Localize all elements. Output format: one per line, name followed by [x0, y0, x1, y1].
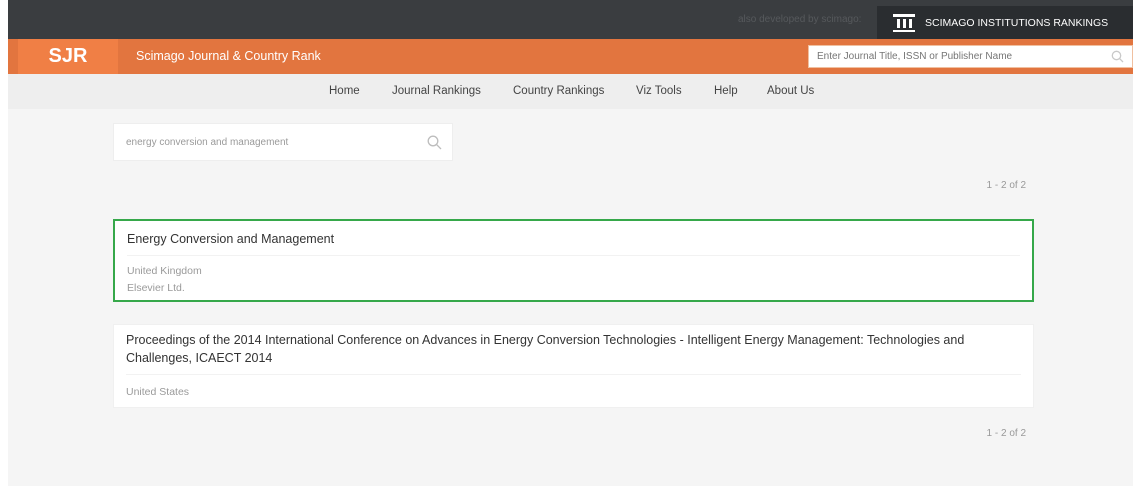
- institutions-rankings-link[interactable]: SCIMAGO INSTITUTIONS RANKINGS: [877, 6, 1133, 39]
- header-search-box: [808, 45, 1133, 68]
- result-publisher: Elsevier Ltd.: [127, 282, 185, 294]
- site-title[interactable]: Scimago Journal & Country Rank: [136, 49, 321, 63]
- pagination-bottom: 1 - 2 of 2: [986, 428, 1026, 439]
- result-title-line-2[interactable]: Challenges, ICAECT 2014: [126, 349, 272, 367]
- page: also developed by scimago: SCIMAGO INSTI…: [0, 0, 1133, 486]
- nav-home[interactable]: Home: [329, 85, 360, 97]
- result-card[interactable]: Proceedings of the 2014 International Co…: [113, 324, 1034, 408]
- institutions-rankings-label: SCIMAGO INSTITUTIONS RANKINGS: [925, 16, 1109, 29]
- result-title[interactable]: Energy Conversion and Management: [127, 230, 334, 248]
- result-country: United Kingdom: [127, 265, 202, 277]
- nav-about-us[interactable]: About Us: [767, 85, 814, 97]
- header-search-input[interactable]: [809, 46, 1099, 67]
- nav-help[interactable]: Help: [714, 85, 738, 97]
- result-divider: [127, 255, 1020, 256]
- journal-search-box: [113, 123, 453, 161]
- sjr-logo[interactable]: SJR: [18, 39, 118, 74]
- nav-viz-tools[interactable]: Viz Tools: [636, 85, 682, 97]
- result-card[interactable]: Energy Conversion and Management United …: [113, 219, 1034, 302]
- nav-country-rankings[interactable]: Country Rankings: [513, 85, 604, 97]
- institution-building-icon: [893, 13, 915, 32]
- search-icon[interactable]: [427, 135, 442, 155]
- main-nav: Home Journal Rankings Country Rankings V…: [8, 74, 1133, 109]
- also-developed-text: also developed by scimago:: [738, 14, 862, 25]
- nav-journal-rankings[interactable]: Journal Rankings: [392, 85, 481, 97]
- result-divider: [126, 374, 1021, 375]
- journal-search-input[interactable]: [114, 124, 404, 160]
- header-bar: SJR Scimago Journal & Country Rank: [8, 39, 1133, 74]
- search-icon[interactable]: [1111, 50, 1124, 68]
- pagination-top: 1 - 2 of 2: [986, 180, 1026, 191]
- result-title-line-1[interactable]: Proceedings of the 2014 International Co…: [126, 331, 964, 349]
- result-country: United States: [126, 386, 190, 398]
